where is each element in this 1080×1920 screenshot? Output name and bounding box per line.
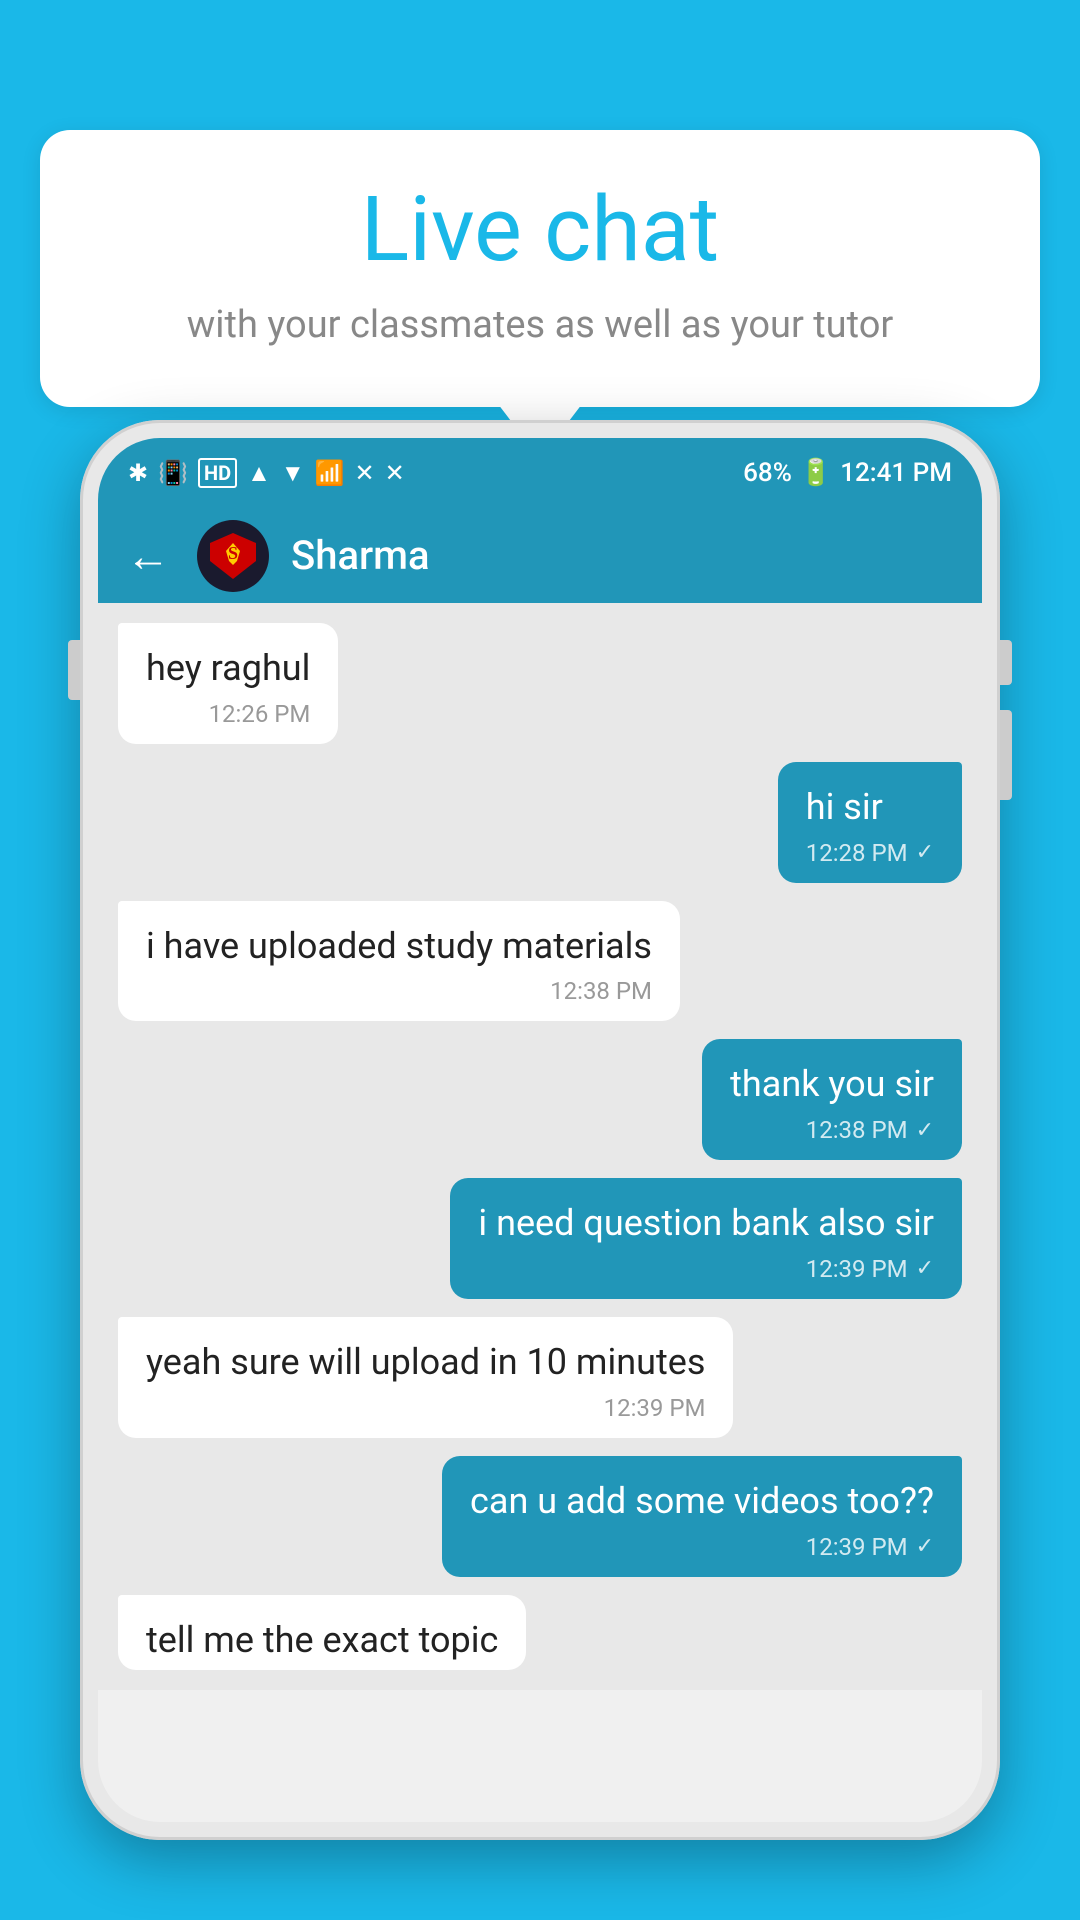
message-row: i need question bank also sir 12:39 PM ✓	[118, 1178, 962, 1299]
message-meta: 12:38 PM	[146, 977, 652, 1005]
message-text: tell me the exact topic	[146, 1617, 498, 1664]
message-row: thank you sir 12:38 PM ✓	[118, 1039, 962, 1160]
message-row: can u add some videos too?? 12:39 PM ✓	[118, 1456, 962, 1577]
message-row: hey raghul 12:26 PM	[118, 623, 962, 744]
side-button-right-1	[1000, 640, 1012, 685]
message-time: 12:38 PM	[550, 977, 652, 1005]
message-time: 12:26 PM	[209, 700, 311, 728]
check-icon: ✓	[916, 1256, 934, 1281]
live-chat-subtitle: with your classmates as well as your tut…	[100, 299, 980, 352]
message-text: can u add some videos too??	[470, 1478, 934, 1525]
message-bubble-received: i have uploaded study materials 12:38 PM	[118, 901, 680, 1022]
phone-screen: ✱ 📳 HD ▲ ▼ 📶 ✕ ✕ 68% 🔋 12:41 PM ←	[98, 438, 982, 1822]
message-text: i need question bank also sir	[478, 1200, 934, 1247]
check-icon: ✓	[916, 1534, 934, 1559]
message-bubble-sent: can u add some videos too?? 12:39 PM ✓	[442, 1456, 962, 1577]
check-icon: ✓	[916, 1118, 934, 1143]
message-row: i have uploaded study materials 12:38 PM	[118, 901, 962, 1022]
vibrate-icon: 📳	[158, 459, 188, 487]
message-time: 12:28 PM	[806, 839, 908, 867]
chat-header: ← S Sharma	[98, 508, 982, 603]
message-text: thank you sir	[730, 1061, 934, 1108]
contact-avatar: S	[197, 520, 269, 592]
message-row: yeah sure will upload in 10 minutes 12:3…	[118, 1317, 962, 1438]
message-bubble-received: hey raghul 12:26 PM	[118, 623, 338, 744]
message-meta: 12:38 PM ✓	[730, 1116, 934, 1144]
wifi-icon: ▼	[281, 459, 305, 488]
side-button-left	[68, 640, 80, 700]
signal-bars: 📶	[315, 459, 345, 487]
message-meta: 12:39 PM ✓	[470, 1533, 934, 1561]
chat-area: hey raghul 12:26 PM hi sir 12:28 PM ✓	[98, 603, 982, 1690]
message-meta: 12:39 PM ✓	[478, 1255, 934, 1283]
message-time: 12:39 PM	[806, 1255, 908, 1283]
phone-mockup: ✱ 📳 HD ▲ ▼ 📶 ✕ ✕ 68% 🔋 12:41 PM ←	[80, 420, 1000, 1920]
message-bubble-received: yeah sure will upload in 10 minutes 12:3…	[118, 1317, 733, 1438]
speech-bubble: Live chat with your classmates as well a…	[40, 130, 1040, 407]
battery-icon: 🔋	[800, 458, 832, 488]
check-icon: ✓	[916, 840, 934, 865]
hd-icon: HD	[198, 458, 237, 488]
message-row: tell me the exact topic	[118, 1595, 962, 1670]
speech-bubble-container: Live chat with your classmates as well a…	[40, 130, 1040, 407]
back-button[interactable]: ←	[126, 534, 170, 578]
svg-text:S: S	[228, 543, 238, 563]
message-text: yeah sure will upload in 10 minutes	[146, 1339, 705, 1386]
message-meta: 12:26 PM	[146, 700, 310, 728]
signal-icon: ▲	[247, 459, 271, 488]
status-right: 68% 🔋 12:41 PM	[743, 458, 952, 488]
message-bubble-sent: thank you sir 12:38 PM ✓	[702, 1039, 962, 1160]
battery-pct: 68%	[743, 458, 792, 488]
message-row: hi sir 12:28 PM ✓	[118, 762, 962, 883]
message-time: 12:39 PM	[806, 1533, 908, 1561]
message-bubble-sent: i need question bank also sir 12:39 PM ✓	[450, 1178, 962, 1299]
status-bar: ✱ 📳 HD ▲ ▼ 📶 ✕ ✕ 68% 🔋 12:41 PM	[98, 438, 982, 508]
message-meta: 12:39 PM	[146, 1394, 705, 1422]
x-icon-2: ✕	[385, 459, 405, 487]
message-bubble-received: tell me the exact topic	[118, 1595, 526, 1670]
message-bubble-sent: hi sir 12:28 PM ✓	[778, 762, 962, 883]
x-icon-1: ✕	[355, 459, 375, 487]
phone-outer: ✱ 📳 HD ▲ ▼ 📶 ✕ ✕ 68% 🔋 12:41 PM ←	[80, 420, 1000, 1840]
bluetooth-icon: ✱	[128, 459, 148, 487]
message-time: 12:39 PM	[604, 1394, 706, 1422]
message-text: hey raghul	[146, 645, 310, 692]
message-text: hi sir	[806, 784, 934, 831]
side-button-right-2	[1000, 710, 1012, 800]
contact-name: Sharma	[291, 532, 430, 579]
time-display: 12:41 PM	[840, 458, 952, 488]
status-left-icons: ✱ 📳 HD ▲ ▼ 📶 ✕ ✕	[128, 458, 405, 488]
message-text: i have uploaded study materials	[146, 923, 652, 970]
live-chat-title: Live chat	[100, 180, 980, 279]
message-time: 12:38 PM	[806, 1116, 908, 1144]
superman-icon: S	[208, 531, 258, 581]
message-meta: 12:28 PM ✓	[806, 839, 934, 867]
